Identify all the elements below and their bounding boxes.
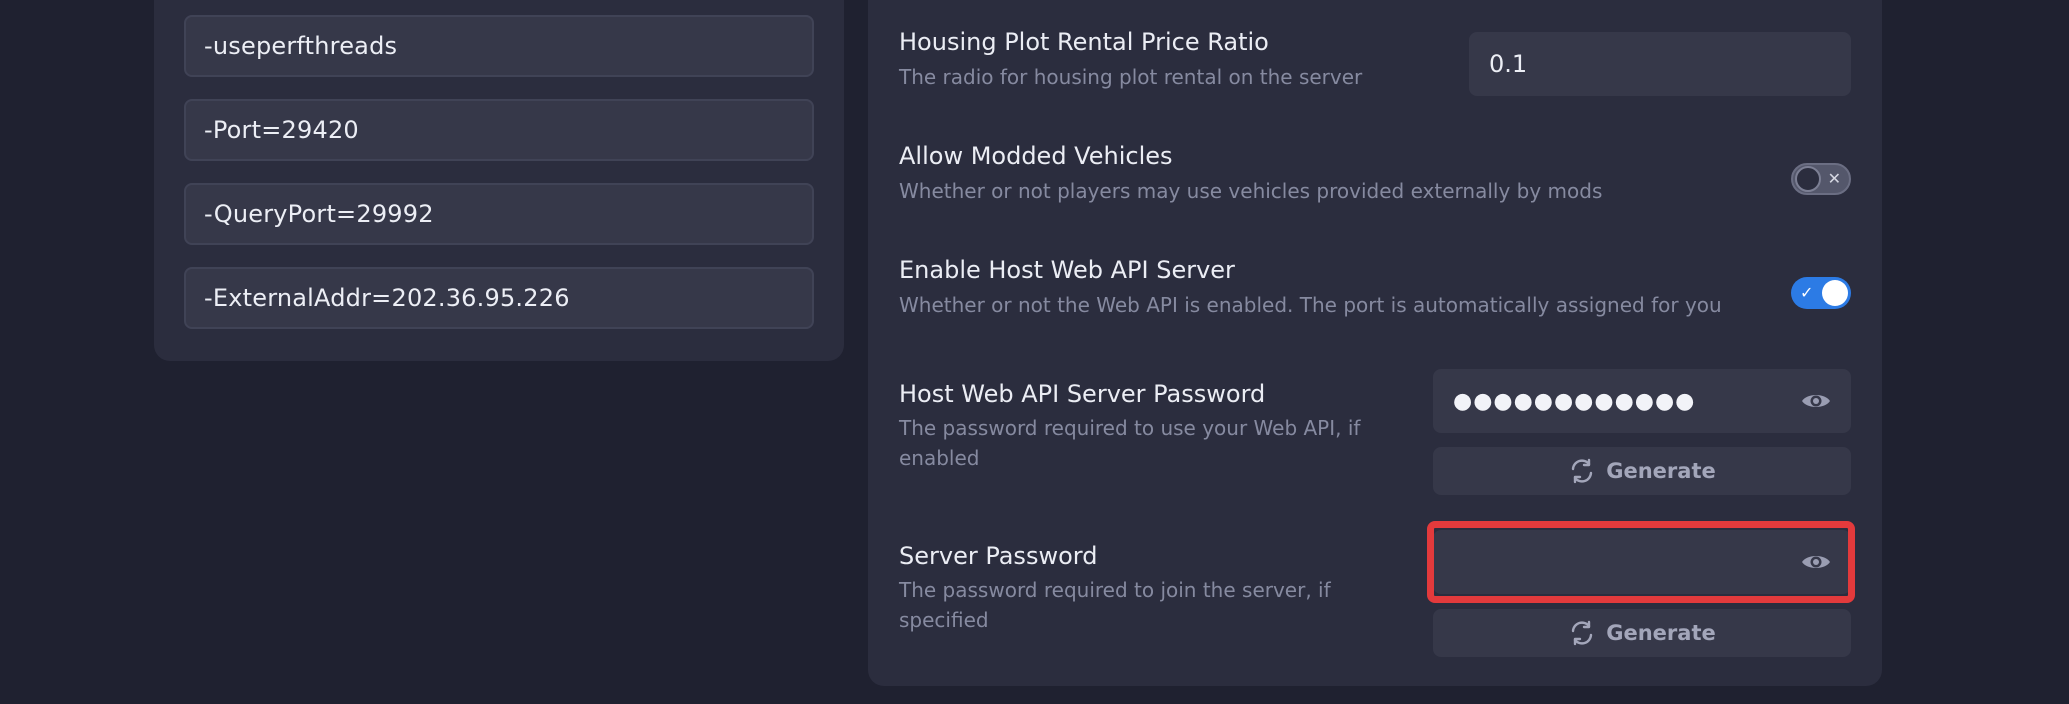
- web-api-title: Enable Host Web API Server: [899, 256, 1235, 284]
- web-api-password-title: Host Web API Server Password: [899, 380, 1266, 408]
- launch-arg-input[interactable]: -QueryPort=29992: [184, 183, 814, 245]
- web-api-password-desc: The password required to use your Web AP…: [899, 416, 1361, 470]
- modded-vehicles-title: Allow Modded Vehicles: [899, 142, 1173, 170]
- launch-arg-input[interactable]: -ExternalAddr=202.36.95.226: [184, 267, 814, 329]
- refresh-icon: [1572, 620, 1593, 646]
- launch-arg-input[interactable]: -useperfthreads: [184, 15, 814, 77]
- web-api-generate-button[interactable]: Generate: [1433, 447, 1851, 495]
- server-password-desc: The password required to join the server…: [899, 578, 1331, 632]
- launch-arg-input[interactable]: -Port=29420: [184, 99, 814, 161]
- web-api-toggle[interactable]: ✓: [1791, 277, 1851, 309]
- server-password-generate-button[interactable]: Generate: [1433, 609, 1851, 657]
- close-icon: ✕: [1827, 169, 1841, 188]
- web-api-desc: Whether or not the Web API is enabled. T…: [899, 293, 1722, 317]
- generate-label: Generate: [1606, 459, 1716, 483]
- server-password-title: Server Password: [899, 542, 1098, 570]
- generate-label: Generate: [1606, 621, 1716, 645]
- modded-vehicles-desc: Whether or not players may use vehicles …: [899, 179, 1603, 203]
- eye-icon[interactable]: [1801, 391, 1831, 411]
- toggle-knob: [1822, 280, 1848, 306]
- check-icon: ✓: [1800, 283, 1814, 302]
- housing-ratio-desc: The radio for housing plot rental on the…: [899, 65, 1363, 89]
- web-api-password-input[interactable]: ●●●●●●●●●●●●: [1433, 369, 1851, 433]
- refresh-icon: [1572, 458, 1593, 484]
- housing-ratio-input[interactable]: 0.1: [1469, 32, 1851, 96]
- housing-ratio-title: Housing Plot Rental Price Ratio: [899, 28, 1269, 56]
- web-api-password-value: ●●●●●●●●●●●●: [1453, 388, 1696, 414]
- modded-vehicles-toggle[interactable]: ✕: [1791, 163, 1851, 195]
- housing-ratio-value: 0.1: [1489, 50, 1528, 78]
- toggle-knob: [1795, 166, 1821, 192]
- eye-icon[interactable]: [1801, 552, 1831, 572]
- server-password-input[interactable]: [1433, 530, 1851, 594]
